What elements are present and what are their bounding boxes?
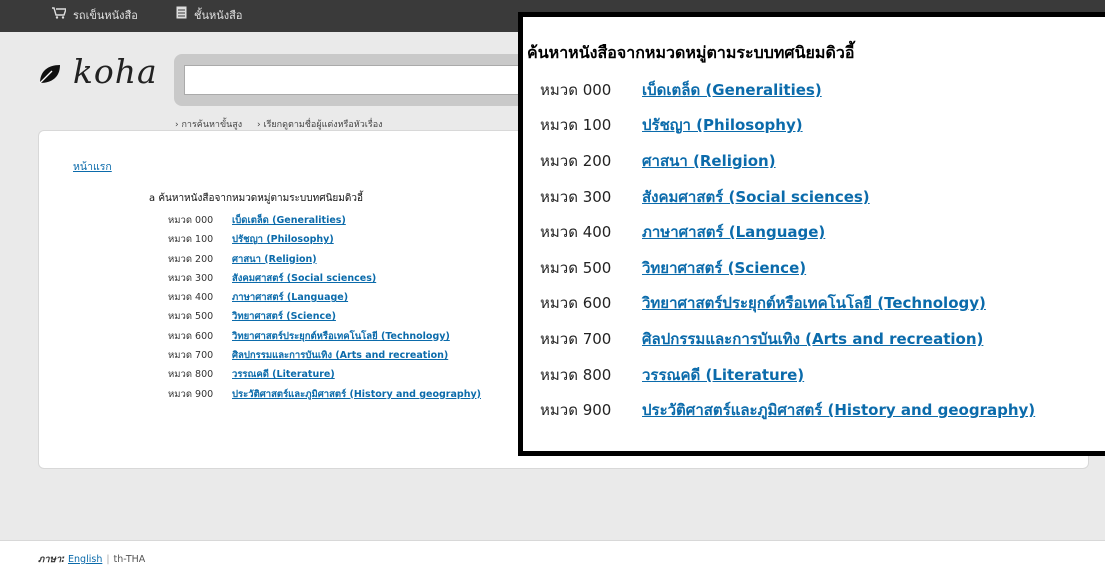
cart-button[interactable]: รถเข็นหนังสือ: [52, 0, 138, 32]
category-link-500[interactable]: วิทยาศาสตร์ (Science): [232, 311, 336, 322]
category-link-700[interactable]: ศิลปกรรมและการบันเทิง (Arts and recreati…: [232, 350, 448, 361]
shelf-label: ชั้นหนังสือ: [194, 9, 243, 22]
browse-link[interactable]: › เรียกดูตามชื่อผู้แต่งหรือหัวเรื่อง: [257, 120, 382, 130]
category-list: หมวด 000 เบ็ดเตล็ด (Generalities) หมวด 10…: [168, 213, 481, 406]
list-item: หมวด 500 วิทยาศาสตร์ (Science): [540, 250, 1035, 286]
search-bar: [174, 54, 554, 106]
search-input[interactable]: [184, 65, 544, 95]
heading-text: ค้นหาหนังสือจากหมวดหมู่ตามระบบทศนิยมดิวอ…: [158, 193, 363, 204]
list-item: หมวด 700 ศิลปกรรมและการบันเทิง (Arts and …: [168, 350, 449, 362]
advanced-search-link[interactable]: › การค้นหาขั้นสูง: [175, 120, 242, 130]
zoom-category-link-800[interactable]: วรรณคดี (Literature): [642, 363, 804, 387]
list-item: หมวด 200 ศาสนา (Religion): [168, 253, 317, 265]
heading-prefix: a: [149, 193, 156, 204]
category-link-200[interactable]: ศาสนา (Religion): [232, 254, 317, 265]
zoom-category-link-400[interactable]: ภาษาศาสตร์ (Language): [642, 220, 825, 244]
language-label: ภาษา:: [38, 554, 65, 565]
zoom-category-link-200[interactable]: ศาสนา (Religion): [642, 149, 776, 173]
zoom-category-link-900[interactable]: ประวัติศาสตร์และภูมิศาสตร์ (History and …: [642, 398, 1035, 422]
search-sublinks: › การค้นหาขั้นสูง › เรียกดูตามชื่อผู้แต่…: [175, 117, 395, 131]
list-item: หมวด 700 ศิลปกรรมและการบันเทิง (Arts and …: [540, 321, 1035, 357]
list-item: หมวด 000 เบ็ดเตล็ด (Generalities): [168, 215, 346, 226]
list-icon: [176, 0, 187, 32]
cart-icon: [52, 0, 67, 32]
footer: ภาษา: English | th-THA: [0, 540, 1105, 569]
zoom-category-link-300[interactable]: สังคมศาสตร์ (Social sciences): [642, 185, 870, 209]
logo-text: koha: [72, 52, 158, 91]
list-item: หมวด 600 วิทยาศาสตร์ประยุกต์หรือเทคโนโลยี…: [540, 286, 1035, 322]
zoom-category-link-700[interactable]: ศิลปกรรมและการบันเทิง (Arts and recreati…: [642, 327, 983, 351]
category-link-600[interactable]: วิทยาศาสตร์ประยุกต์หรือเทคโนโลยี (Techno…: [232, 331, 450, 342]
list-item: หมวด 000 เบ็ดเตล็ด (Generalities): [540, 72, 1035, 108]
category-link-400[interactable]: ภาษาศาสตร์ (Language): [232, 292, 348, 303]
leaf-icon: [38, 57, 72, 90]
list-item: หมวด 300 สังคมศาสตร์ (Social sciences): [540, 179, 1035, 215]
list-item: หมวด 900 ประวัติศาสตร์และภูมิศาสตร์ (Hist…: [540, 392, 1035, 428]
list-item: หมวด 100 ปรัชญา (Philosophy): [168, 234, 334, 246]
language-switcher: ภาษา: English | th-THA: [38, 552, 145, 567]
zoom-category-list: หมวด 000 เบ็ดเตล็ด (Generalities) หมวด 10…: [540, 72, 1035, 428]
category-link-900[interactable]: ประวัติศาสตร์และภูมิศาสตร์ (History and …: [232, 389, 481, 400]
home-link[interactable]: หน้าแรก: [73, 158, 112, 175]
list-item: หมวด 200 ศาสนา (Religion): [540, 143, 1035, 179]
shelf-button[interactable]: ชั้นหนังสือ: [176, 0, 242, 32]
koha-logo[interactable]: koha: [38, 52, 158, 91]
category-link-800[interactable]: วรรณคดี (Literature): [232, 369, 335, 380]
divider: |: [106, 554, 110, 565]
zoom-category-link-600[interactable]: วิทยาศาสตร์ประยุกต์หรือเทคโนโลยี (Techno…: [642, 291, 986, 315]
category-link-000[interactable]: เบ็ดเตล็ด (Generalities): [232, 215, 346, 226]
list-item: หมวด 800 วรรณคดี (Literature): [540, 357, 1035, 393]
zoom-category-link-000[interactable]: เบ็ดเตล็ด (Generalities): [642, 78, 822, 102]
list-item: หมวด 600 วิทยาศาสตร์ประยุกต์หรือเทคโนโลยี…: [168, 330, 450, 342]
category-heading: a ค้นหาหนังสือจากหมวดหมู่ตามระบบทศนิยมดิ…: [149, 191, 363, 206]
list-item: หมวด 100 ปรัชญา (Philosophy): [540, 108, 1035, 144]
category-link-100[interactable]: ปรัชญา (Philosophy): [232, 234, 334, 245]
list-item: หมวด 400 ภาษาศาสตร์ (Language): [540, 214, 1035, 250]
list-item: หมวด 900 ประวัติศาสตร์และภูมิศาสตร์ (Hist…: [168, 388, 481, 400]
cart-label: รถเข็นหนังสือ: [73, 9, 138, 22]
zoom-callout: ค้นหาหนังสือจากหมวดหมู่ตามระบบทศนิยมดิวอ…: [518, 12, 1105, 456]
list-item: หมวด 500 วิทยาศาสตร์ (Science): [168, 311, 336, 323]
list-item: หมวด 800 วรรณคดี (Literature): [168, 369, 335, 381]
category-link-300[interactable]: สังคมศาสตร์ (Social sciences): [232, 273, 376, 284]
language-english-link[interactable]: English: [68, 554, 102, 565]
list-item: หมวด 400 ภาษาศาสตร์ (Language): [168, 292, 349, 304]
language-current: th-THA: [113, 554, 146, 565]
zoom-category-link-500[interactable]: วิทยาศาสตร์ (Science): [642, 256, 806, 280]
list-item: หมวด 300 สังคมศาสตร์ (Social sciences): [168, 272, 377, 284]
zoom-heading: ค้นหาหนังสือจากหมวดหมู่ตามระบบทศนิยมดิวอ…: [527, 43, 855, 62]
zoom-category-link-100[interactable]: ปรัชญา (Philosophy): [642, 113, 803, 137]
